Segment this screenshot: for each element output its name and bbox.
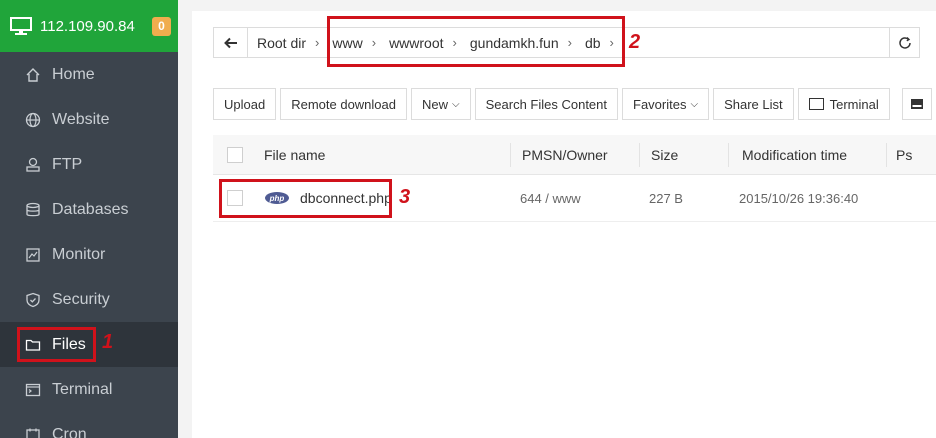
refresh-icon (898, 36, 911, 49)
annotation-box-file (219, 179, 392, 218)
sidebar-item-terminal[interactable]: Terminal (0, 367, 178, 412)
new-button[interactable]: New ⌵ (411, 88, 471, 120)
sidebar-item-ftp[interactable]: FTP (0, 142, 178, 187)
select-all-checkbox[interactable] (227, 146, 243, 163)
sidebar-item-label: Cron (52, 425, 87, 438)
chevron-down-icon: ⌵ (690, 98, 699, 110)
file-modification-time: 2015/10/26 19:36:40 (739, 190, 859, 206)
annotation-number-3: 3 (399, 186, 411, 208)
clock-icon (24, 426, 42, 438)
monitor-icon (24, 246, 42, 264)
header-modification-time[interactable]: Modification time (742, 135, 847, 174)
table-header: File name PMSN/Owner Size Modification t… (213, 135, 936, 175)
sidebar-item-label: FTP (52, 155, 83, 173)
sidebar-item-databases[interactable]: Databases (0, 187, 178, 232)
sidebar-item-home[interactable]: Home (0, 52, 178, 97)
sidebar-item-website[interactable]: Website (0, 97, 178, 142)
remote-download-button[interactable]: Remote download (280, 88, 407, 120)
disk-button[interactable] (901, 88, 932, 120)
globe-icon (24, 111, 42, 129)
sidebar-item-label: Terminal (52, 380, 113, 398)
file-manager-panel: Root dir › www › wwwroot › gundamkh.fun … (192, 11, 936, 438)
database-icon (24, 201, 42, 219)
header-ps[interactable]: Ps (896, 135, 912, 174)
refresh-button[interactable] (889, 28, 919, 57)
column-divider (886, 143, 887, 167)
sidebar: 112.109.90.84 0 Home Website FTP Databas… (0, 0, 178, 438)
terminal-icon (24, 381, 42, 399)
terminal-button[interactable]: Terminal (797, 88, 890, 120)
column-divider (510, 143, 511, 167)
disk-icon (910, 99, 923, 109)
toolbar: Upload Remote download New ⌵ Search Files… (213, 88, 932, 120)
upload-button[interactable]: Upload (213, 88, 277, 120)
arrow-left-icon (223, 37, 237, 48)
share-list-button[interactable]: Share List (713, 88, 794, 120)
server-header[interactable]: 112.109.90.84 0 (0, 0, 178, 52)
column-divider (639, 143, 640, 167)
header-file-name[interactable]: File name (264, 135, 325, 174)
server-ip: 112.109.90.84 (40, 17, 135, 35)
sidebar-item-cron[interactable]: Cron (0, 412, 178, 438)
sidebar-item-monitor[interactable]: Monitor (0, 232, 178, 277)
sidebar-item-label: Databases (52, 200, 129, 218)
annotation-box-files (17, 327, 96, 362)
column-divider (728, 143, 729, 167)
chevron-right-icon: › (315, 35, 320, 50)
sidebar-item-label: Website (52, 110, 110, 128)
home-icon (24, 66, 42, 84)
sidebar-menu: Home Website FTP Databases Monitor Secur… (0, 52, 178, 438)
monitor-icon (10, 17, 32, 35)
sidebar-item-label: Monitor (52, 245, 106, 263)
terminal-button-label: Terminal (829, 96, 879, 112)
file-pmsn-owner[interactable]: 644 / www (520, 175, 581, 221)
shield-icon (24, 291, 42, 309)
favorites-button-label: Favorites (633, 96, 687, 112)
new-button-label: New (422, 96, 449, 112)
notification-badge[interactable]: 0 (152, 16, 171, 36)
sidebar-item-label: Home (52, 65, 95, 83)
annotation-number-2: 2 (629, 31, 641, 53)
search-files-content-button[interactable]: Search Files Content (474, 88, 619, 120)
select-all-cell (227, 135, 243, 174)
breadcrumb-root[interactable]: Root dir (257, 35, 306, 51)
header-pmsn-owner[interactable]: PMSN/Owner (522, 135, 608, 174)
favorites-button[interactable]: Favorites ⌵ (622, 88, 710, 120)
header-size[interactable]: Size (651, 135, 678, 174)
back-button[interactable] (214, 28, 248, 57)
file-size: 227 B (649, 190, 683, 206)
annotation-number-1: 1 (102, 331, 114, 353)
terminal-icon (808, 98, 824, 110)
sidebar-item-label: Security (52, 290, 110, 308)
ftp-icon (24, 156, 42, 174)
chevron-down-icon: ⌵ (452, 98, 460, 110)
annotation-box-path (327, 16, 625, 67)
sidebar-item-security[interactable]: Security (0, 277, 178, 322)
